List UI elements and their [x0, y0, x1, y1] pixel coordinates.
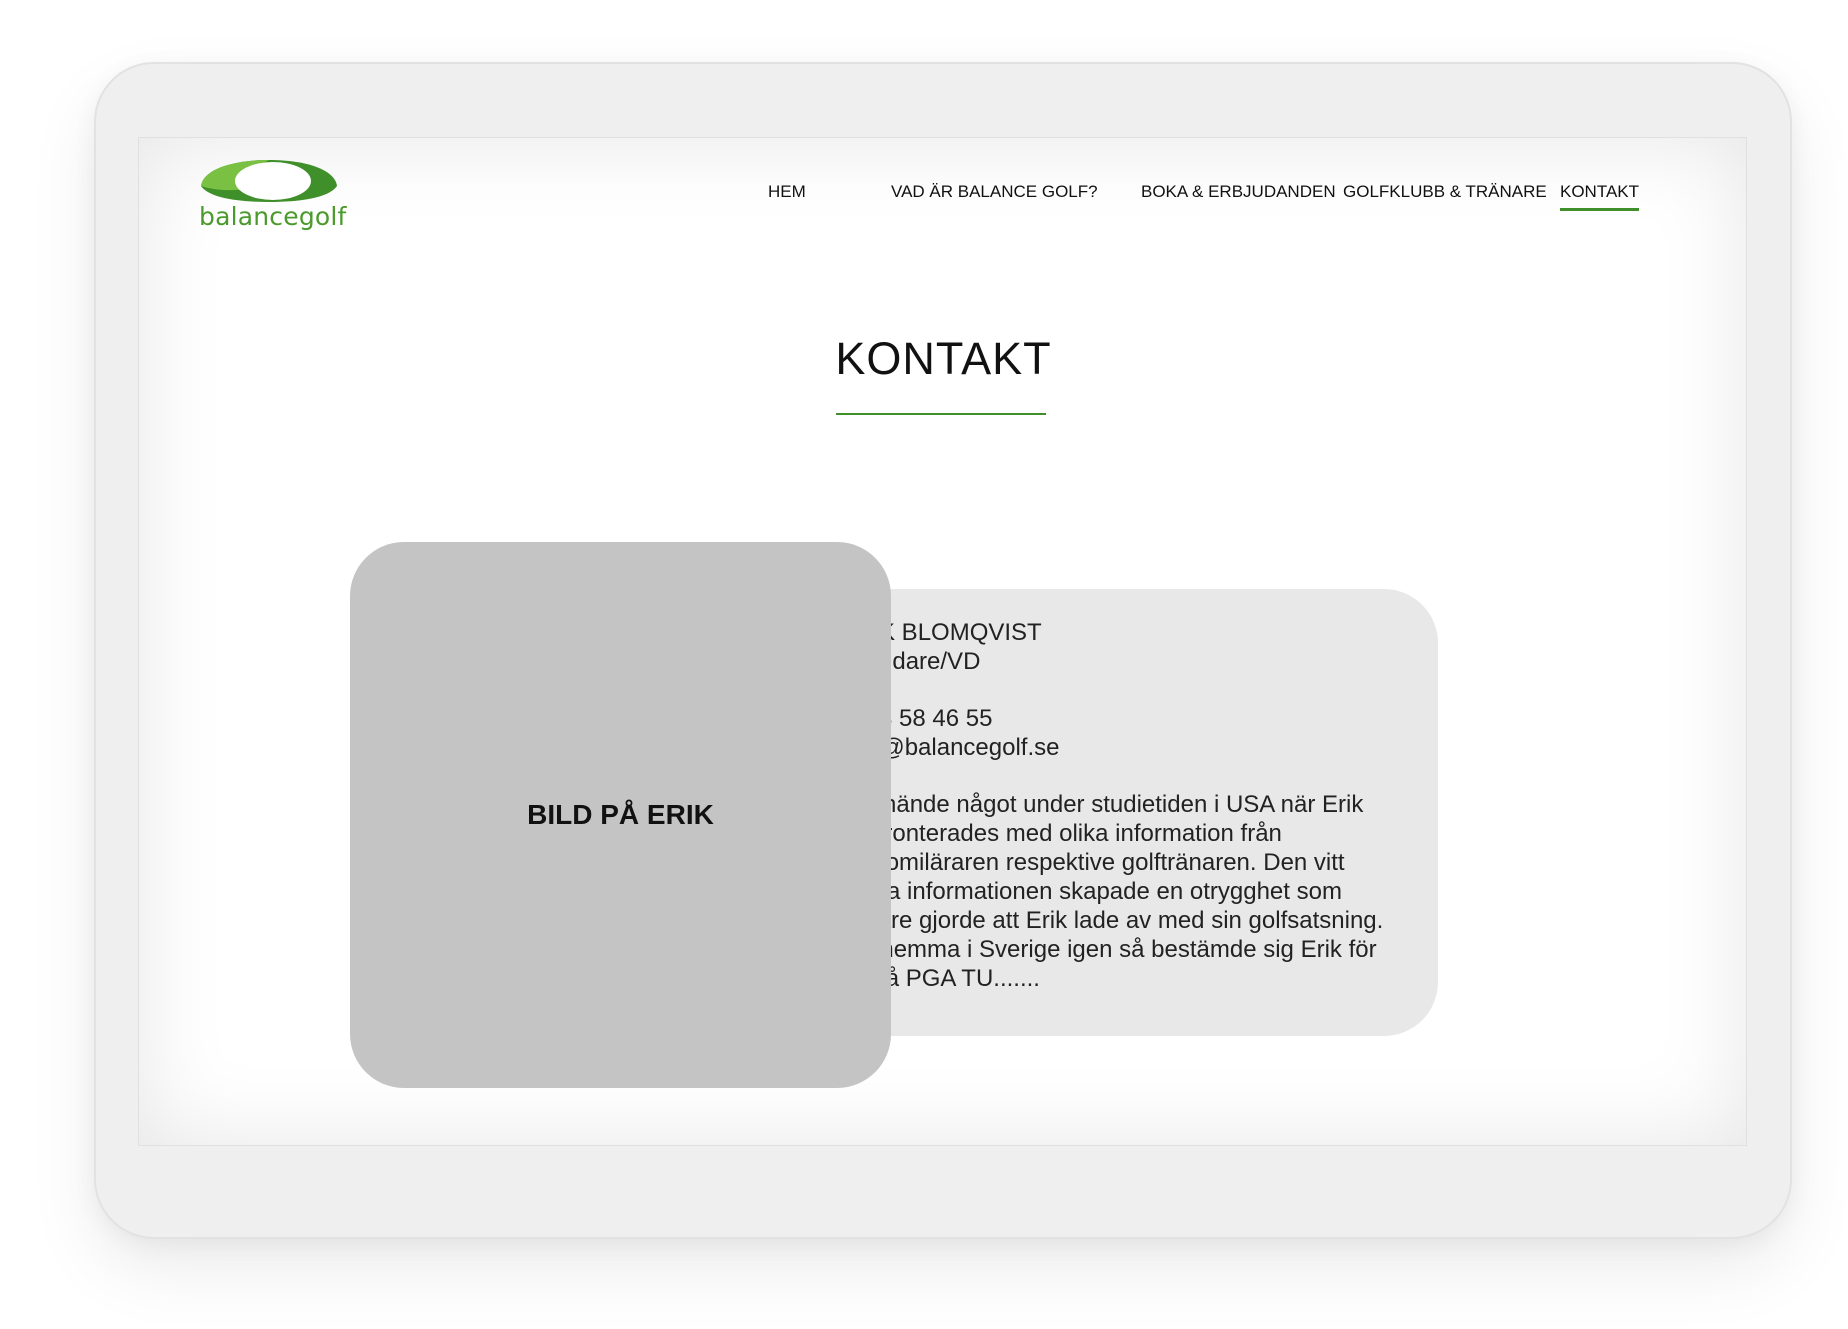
website-screen: balancegolf HEM VAD ÄR BALANCE GOLF? BOK… [138, 137, 1747, 1146]
page-title: KONTAKT [835, 333, 1052, 384]
nav-item-boka-erbjudanden[interactable]: BOKA & ERBJUDANDEN [1141, 182, 1336, 202]
title-underline [836, 413, 1046, 415]
nav-item-golfklubb-tranare[interactable]: GOLFKLUBB & TRÄNARE [1343, 182, 1547, 202]
nav-item-kontakt[interactable]: KONTAKT [1560, 182, 1640, 211]
contact-info-text: ERIK BLOMQVIST Grundare/VD 0708 58 46 55… [839, 618, 1399, 1021]
main-nav: HEM VAD ÄR BALANCE GOLF? BOKA & ERBJUDAN… [139, 138, 1746, 218]
photo-placeholder: BILD PÅ ERIK [350, 542, 891, 1088]
nav-item-hem[interactable]: HEM [768, 182, 806, 202]
contact-bio: Det hände något under studietiden i USA … [839, 791, 1384, 992]
nav-item-vad-ar-balance-golf[interactable]: VAD ÄR BALANCE GOLF? [891, 182, 1098, 202]
photo-placeholder-label: BILD PÅ ERIK [527, 799, 714, 830]
